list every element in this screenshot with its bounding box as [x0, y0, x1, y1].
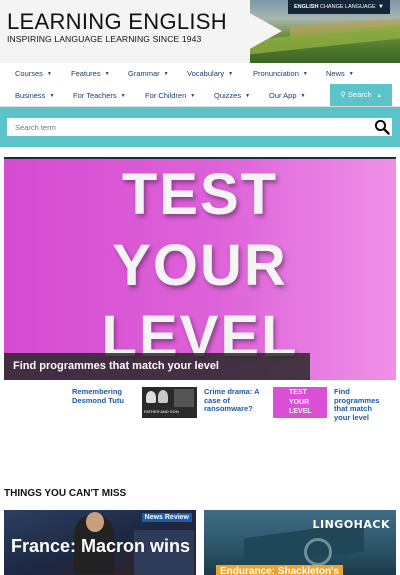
- search-toggle-button[interactable]: ⚲ Search ▲: [330, 84, 392, 106]
- hero-word-test: TEST: [121, 162, 279, 227]
- nav-item-news[interactable]: News ▼: [326, 69, 354, 78]
- chevron-down-icon: ▼: [302, 71, 308, 77]
- news-review-badge: News Review: [141, 513, 192, 522]
- nav-item-business[interactable]: Business ▼: [15, 91, 54, 100]
- nav-item-our-app[interactable]: Our App ▼: [269, 91, 305, 100]
- hero-caption[interactable]: Find programmes that match your level: [4, 353, 310, 380]
- nav-item-courses[interactable]: Courses ▼: [15, 69, 52, 78]
- site-logo-title[interactable]: LEARNING ENGLISH: [7, 9, 227, 35]
- thumb-image-test-your-level[interactable]: TEST YOUR LEVEL: [273, 387, 327, 418]
- nav-item-for-teachers[interactable]: For Teachers ▼: [73, 91, 126, 100]
- chevron-down-icon: ▼: [378, 4, 384, 10]
- change-language-button[interactable]: ENGLISH CHANGE LANGUAGE ▼: [288, 0, 390, 14]
- search-icon: ⚲: [340, 90, 346, 99]
- chevron-up-icon: ▲: [376, 93, 382, 99]
- current-language: ENGLISH: [294, 4, 319, 10]
- hero-word-your: YOUR: [112, 233, 288, 298]
- chevron-down-icon: ▼: [300, 93, 306, 99]
- chevron-down-icon: ▼: [163, 71, 169, 77]
- chevron-down-icon: ▼: [120, 93, 126, 99]
- lingohack-logo: LINGOHACK: [312, 518, 390, 531]
- site-header: LEARNING ENGLISH INSPIRING LANGUAGE LEAR…: [0, 0, 400, 63]
- nav-item-quizzes[interactable]: Quizzes ▼: [214, 91, 250, 100]
- thumb-link-crime-drama[interactable]: Crime drama: A case of ransomware?: [204, 387, 264, 414]
- thumb-image-crime-drama[interactable]: FATHER AND SON: [142, 387, 197, 418]
- card-lingohack[interactable]: LINGOHACK Endurance: Shackleton's: [204, 510, 396, 575]
- search-submit-icon[interactable]: [374, 119, 390, 135]
- nav-item-for-children[interactable]: For Children ▼: [145, 91, 195, 100]
- chevron-down-icon: ▼: [190, 93, 196, 99]
- nav-item-pronunciation[interactable]: Pronunciation ▼: [253, 69, 308, 78]
- thumb-image-text: TEST YOUR LEVEL: [289, 389, 312, 415]
- nav-item-features[interactable]: Features ▼: [71, 69, 110, 78]
- search-toggle-label: Search: [347, 90, 372, 99]
- chevron-down-icon: ▼: [348, 71, 354, 77]
- card-title: France: Macron wins: [11, 536, 191, 556]
- card-title: Endurance: Shackleton's: [216, 565, 344, 575]
- thumb-link-desmond-tutu[interactable]: Remembering Desmond Tutu: [72, 387, 136, 405]
- chevron-down-icon: ▼: [49, 93, 55, 99]
- nav-item-vocabulary[interactable]: Vocabulary ▼: [187, 69, 233, 78]
- thumb-image-caption: FATHER AND SON: [144, 409, 179, 414]
- chevron-down-icon: ▼: [104, 71, 110, 77]
- search-input[interactable]: [7, 118, 392, 136]
- chevron-down-icon: ▼: [46, 71, 52, 77]
- chevron-down-icon: ▼: [245, 93, 251, 99]
- chevron-down-icon: ▼: [228, 71, 234, 77]
- hero-banner[interactable]: TEST YOUR LEVEL: [4, 159, 396, 380]
- nav-item-grammar[interactable]: Grammar ▼: [128, 69, 169, 78]
- change-language-label: CHANGE LANGUAGE: [319, 4, 376, 10]
- card-news-review[interactable]: News Review France: Macron wins: [4, 510, 196, 575]
- thumb-link-find-programmes[interactable]: Find programmes that match your level: [334, 387, 390, 422]
- section-title: THINGS YOU CAN'T MISS: [4, 488, 127, 499]
- site-logo-subtitle: INSPIRING LANGUAGE LEARNING SINCE 1943: [7, 34, 202, 44]
